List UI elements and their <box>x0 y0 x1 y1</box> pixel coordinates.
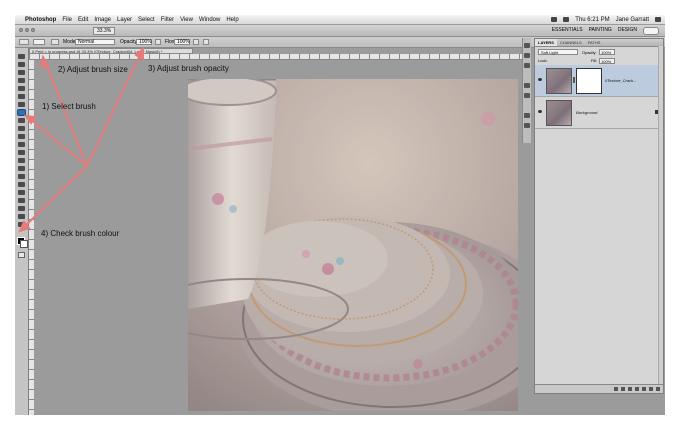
photoshop-window: Photoshop File Edit Image Layer Select F… <box>15 15 665 415</box>
annotation-adjust-size: 2) Adjust brush size <box>58 65 128 74</box>
arrow-brush-size <box>44 61 88 167</box>
annotation-adjust-opacity: 3) Adjust brush opacity <box>148 64 229 73</box>
annotation-check-colour: 4) Check brush colour <box>41 229 120 238</box>
arrowhead-brush-opacity <box>134 46 144 61</box>
annotation-arrows <box>18 46 144 233</box>
annotation-select-brush: 1) Select brush <box>42 102 96 111</box>
arrowhead-brush-size <box>39 54 50 67</box>
arrow-brush-colour <box>22 165 88 229</box>
